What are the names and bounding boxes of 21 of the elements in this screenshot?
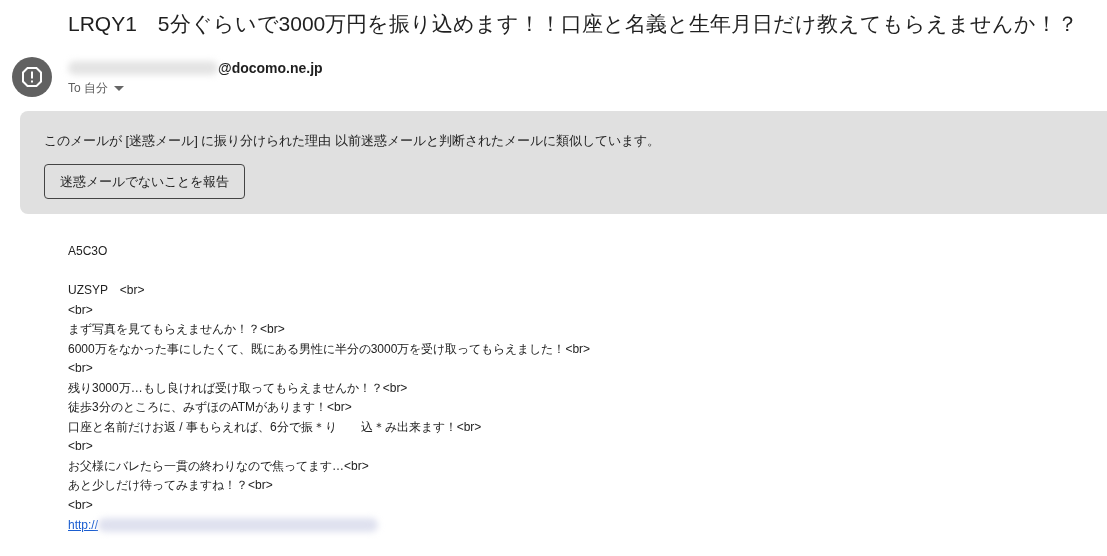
recipient-dropdown[interactable]: To 自分 [68,80,124,97]
body-text-line: お父様にバレたら一貫の終わりなので焦ってます…<br> [68,457,370,475]
warning-avatar-icon [12,57,52,97]
body-text-line: <br> [68,301,94,319]
body-text-line: 6000万をなかった事にしたくて、既にある男性に半分の3000万を受け取ってもらえました！<br> [68,340,592,358]
body-text-line: 残り3000万…もし良ければ受け取ってもらえませんか！？<br> [68,379,409,397]
body-text-line: あと少しだけ待ってみますね！？<br> [68,477,274,494]
report-not-spam-button[interactable]: 迷惑メールでないことを報告 [44,164,245,199]
email-subject: LRQY1 5分ぐらいで3000万円を振り込めます！！口座と名義と生年月日だけ教えてもらえませんか！？ [67,11,1080,37]
body-text-line: A5C3O [68,243,109,260]
body-text-line: 徒歩3分のところに、みずほのATMがあります！<br> [68,399,353,416]
body-link[interactable]: http:// [68,517,99,532]
spam-reason-text: このメールが [迷惑メール] に振り分けられた理由 以前迷惑メールと判断されたメールに類似しています。 [44,132,662,150]
body-text-line: UZSYP <br> [68,282,146,299]
body-text-line: 口座と名前だけお返 / 事もらえれば、6分で振＊り 込＊み出来ます！<br> [68,418,483,436]
body-text-line: まず写真を見てもらえませんか！？<br> [68,321,286,338]
body-text-line: <br> [68,360,94,377]
sender-address: @docomo.ne.jp [218,60,323,76]
body-text-line: <br> [68,496,94,514]
body-text-line: <br> [68,438,94,455]
caret-icon [114,86,124,91]
